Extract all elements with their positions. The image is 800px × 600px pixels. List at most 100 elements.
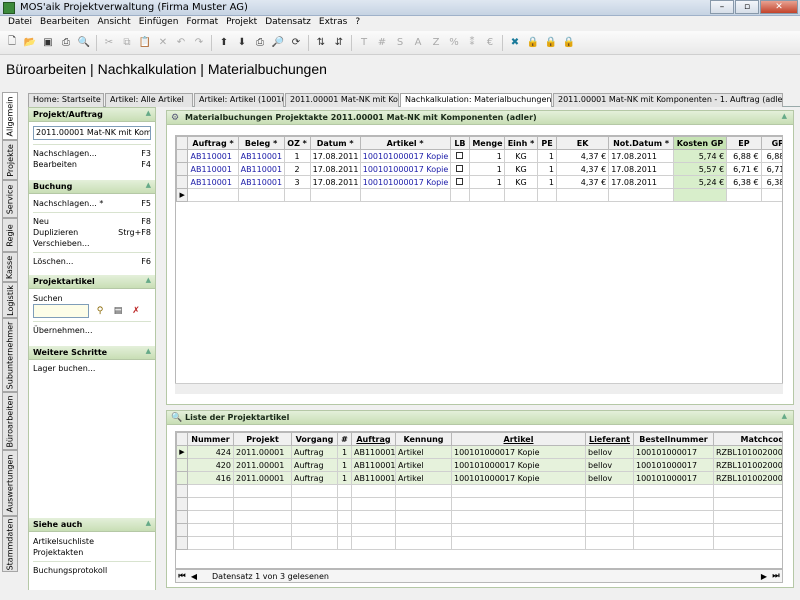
menu-bearbeiten[interactable]: Bearbeiten xyxy=(36,16,93,31)
decimal-icon[interactable]: ⁑ xyxy=(463,34,481,52)
menu-help[interactable]: ? xyxy=(351,16,364,31)
col-header-ek[interactable]: EK xyxy=(555,136,610,150)
vtab-regie[interactable]: Regie xyxy=(2,218,18,252)
vtab-bueroarbeiten[interactable]: Büroarbeiten xyxy=(2,392,18,450)
tab-projekt[interactable]: 2011.00001 Mat-NK mit Kompo xyxy=(285,93,399,107)
col-header-nummer[interactable]: Nummer xyxy=(187,432,234,446)
minimize-button[interactable]: – xyxy=(710,0,734,14)
projekt-field[interactable]: 2011.00001 Mat-NK mit Kompo xyxy=(33,126,151,140)
tab-materialbuchungen[interactable]: Nachkalkulation: Materialbuchungen✕ xyxy=(400,93,552,107)
new-row[interactable]: ▶ xyxy=(176,188,782,202)
col-header-vorgang[interactable]: Vorgang xyxy=(291,432,338,446)
vtab-projekte[interactable]: Projekte xyxy=(2,140,18,180)
uebernehmen-link[interactable]: Übernehmen... xyxy=(29,325,155,336)
sort-ascending-icon[interactable]: ⇅ xyxy=(312,34,330,52)
first-record-icon[interactable]: ⏮ xyxy=(176,571,188,581)
arrow-down-icon[interactable]: ⬇ xyxy=(233,34,251,52)
col-header-artikel[interactable]: Artikel * xyxy=(359,136,451,150)
filter-list-icon[interactable]: ▤ xyxy=(111,304,125,318)
col-header-artikel[interactable]: Artikel xyxy=(451,432,586,446)
col-header-kosten-gp[interactable]: Kosten GP xyxy=(672,136,728,150)
clear-filter-icon[interactable]: ✗ xyxy=(129,304,143,318)
loeschen-link[interactable]: Löschen... F6 xyxy=(29,256,155,267)
redo-icon[interactable]: ↷ xyxy=(190,34,208,52)
last-record-icon[interactable]: ⏭ xyxy=(770,571,782,581)
table-row[interactable]: ▶ 424 2011.00001 Auftrag 1 AB110001 Arti… xyxy=(176,445,782,459)
buchung-nachschlagen-link[interactable]: Nachschlagen... * F5 xyxy=(29,198,155,209)
text-icon[interactable]: T xyxy=(355,34,373,52)
section-siehe-auch[interactable]: Siehe auch ▲ xyxy=(29,518,155,532)
artikelsuchliste-link[interactable]: Artikelsuchliste xyxy=(29,536,155,547)
table-row[interactable]: 416 2011.00001 Auftrag 1 AB110001 Artike… xyxy=(176,471,782,485)
percent-icon[interactable]: % xyxy=(445,34,463,52)
lb-checkbox[interactable] xyxy=(456,177,464,185)
next-record-icon[interactable]: ▶ xyxy=(758,572,770,581)
close-window-button[interactable]: ✕ xyxy=(760,0,798,14)
menu-projekt[interactable]: Projekt xyxy=(222,16,261,31)
col-header-matchcode[interactable]: Matchcode xyxy=(713,432,782,446)
sort-descending-icon[interactable]: ⇵ xyxy=(330,34,348,52)
buchungsprotokoll-link[interactable]: Buchungsprotokoll xyxy=(29,565,155,576)
menu-datensatz[interactable]: Datensatz xyxy=(261,16,315,31)
vtab-allgemein[interactable]: Allgemein xyxy=(2,92,18,140)
print-icon-2[interactable]: ⎙ xyxy=(251,34,269,52)
col-header-datum[interactable]: Datum * xyxy=(309,136,361,150)
col-header-lieferant[interactable]: Lieferant xyxy=(585,432,634,446)
col-header-nr[interactable]: # xyxy=(337,432,352,446)
print-icon[interactable]: ⎙ xyxy=(57,34,75,52)
projekt-bearbeiten-link[interactable]: Bearbeiten F4 xyxy=(29,159,155,170)
vtab-subunternehmer[interactable]: Subunternehmer xyxy=(2,318,18,392)
tab-auftrag[interactable]: 2011.00001 Mat-NK mit Komponenten - 1. A… xyxy=(553,93,783,107)
lb-checkbox[interactable] xyxy=(456,151,464,159)
save-icon[interactable]: ▣ xyxy=(39,34,57,52)
currency-icon[interactable]: € xyxy=(481,34,499,52)
section-projektartikel[interactable]: Projektartikel ▲ xyxy=(29,275,155,289)
arrow-up-icon[interactable]: ⬆ xyxy=(215,34,233,52)
open-folder-icon[interactable]: 📂 xyxy=(21,34,39,52)
horizontal-scrollbar[interactable] xyxy=(175,383,783,394)
vtab-logistik[interactable]: Logistik xyxy=(2,282,18,318)
number-icon[interactable]: # xyxy=(373,34,391,52)
col-header-auftrag[interactable]: Auftrag * xyxy=(187,136,239,150)
a-icon[interactable]: A xyxy=(409,34,427,52)
section-projekt-auftrag[interactable]: Projekt/Auftrag ▲ xyxy=(29,108,155,122)
col-header-gp[interactable]: GP xyxy=(760,136,782,150)
col-header-not-datum[interactable]: Not.Datum * xyxy=(608,136,674,150)
vtab-auswertungen[interactable]: Auswertungen xyxy=(2,450,18,516)
table-row[interactable]: AB110001 AB110001 3 17.08.2011 100101000… xyxy=(176,175,782,189)
lb-checkbox[interactable] xyxy=(456,164,464,172)
copy-icon[interactable]: ⧉ xyxy=(118,34,136,52)
verschieben-link[interactable]: Verschieben... xyxy=(29,238,155,249)
col-header-beleg[interactable]: Beleg * xyxy=(237,136,285,150)
col-header-ep[interactable]: EP xyxy=(726,136,762,150)
print-preview-icon[interactable]: 🔍 xyxy=(75,34,93,52)
neu-link[interactable]: Neu F8 xyxy=(29,216,155,227)
new-file-icon[interactable]: 🗋 xyxy=(3,34,21,52)
tab-artikel[interactable]: Artikel: Artikel (10010 xyxy=(194,93,284,107)
projektakten-link[interactable]: Projektakten xyxy=(29,547,155,558)
lock-red-icon[interactable]: 🔒 xyxy=(560,34,578,52)
lock-blue-icon[interactable]: 🔒 xyxy=(524,34,542,52)
table-row[interactable]: 420 2011.00001 Auftrag 1 AB110001 Artike… xyxy=(176,458,782,472)
tab-alle-artikel[interactable]: Artikel: Alle Artikel xyxy=(105,93,193,107)
vtab-service[interactable]: Service xyxy=(2,180,18,218)
col-header-projekt[interactable]: Projekt xyxy=(233,432,292,446)
projekt-nachschlagen-link[interactable]: Nachschlagen... F3 xyxy=(29,148,155,159)
menu-format[interactable]: Format xyxy=(182,16,222,31)
undo-icon[interactable]: ↶ xyxy=(172,34,190,52)
menu-datei[interactable]: Datei xyxy=(4,16,36,31)
previous-record-icon[interactable]: ◀ xyxy=(188,572,200,581)
delete-icon[interactable]: ✕ xyxy=(154,34,172,52)
col-header-menge[interactable]: Menge xyxy=(469,136,505,150)
lager-buchen-link[interactable]: Lager buchen... xyxy=(29,363,155,374)
table-row[interactable]: AB110001 AB110001 1 17.08.2011 100101000… xyxy=(176,149,782,163)
vtab-stammdaten[interactable]: Stammdaten xyxy=(2,516,18,572)
z-icon[interactable]: Z xyxy=(427,34,445,52)
col-header-einh[interactable]: Einh * xyxy=(503,136,539,150)
maximize-button[interactable]: ▫ xyxy=(735,0,759,14)
col-header-kennung[interactable]: Kennung xyxy=(395,432,452,446)
paste-icon[interactable]: 📋 xyxy=(136,34,154,52)
col-header-pe[interactable]: PE xyxy=(537,136,557,150)
menu-ansicht[interactable]: Ansicht xyxy=(93,16,134,31)
col-header-lb[interactable]: LB xyxy=(449,136,471,150)
